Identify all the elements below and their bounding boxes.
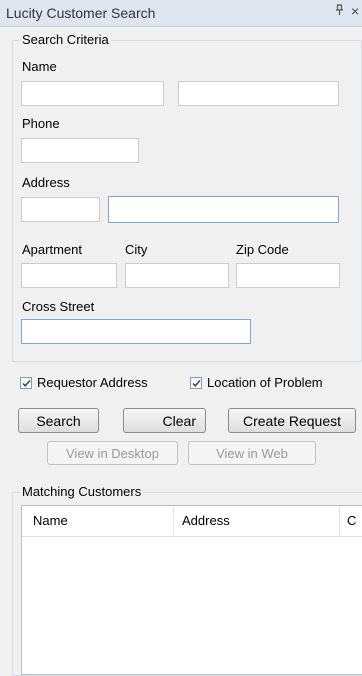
first-name-field[interactable] [21, 81, 164, 106]
last-name-field[interactable] [178, 81, 339, 106]
column-header-address[interactable]: Address [182, 513, 230, 528]
column-header-name[interactable]: Name [33, 513, 68, 528]
apartment-label: Apartment [22, 242, 82, 257]
panel-title: Lucity Customer Search [6, 5, 156, 21]
cross-street-field[interactable] [21, 319, 251, 344]
requestor-address-label: Requestor Address [37, 375, 148, 390]
search-criteria-legend: Search Criteria [20, 32, 111, 47]
checkbox-checked-icon [20, 376, 32, 389]
cross-street-label: Cross Street [22, 299, 95, 314]
column-divider[interactable] [173, 506, 174, 536]
address-street-field[interactable] [108, 196, 339, 223]
view-in-desktop-button[interactable]: View in Desktop [47, 441, 178, 465]
city-label: City [125, 242, 148, 257]
location-of-problem-label: Location of Problem [207, 375, 323, 390]
address-label: Address [22, 175, 70, 190]
phone-label: Phone [22, 116, 60, 131]
view-in-web-button[interactable]: View in Web [188, 441, 316, 465]
name-label: Name [22, 59, 57, 74]
create-request-button[interactable]: Create Request [228, 408, 356, 433]
clear-button[interactable]: Clear [123, 408, 206, 433]
matching-customers-legend: Matching Customers [20, 484, 144, 499]
pin-icon[interactable] [335, 4, 344, 19]
address-number-field[interactable] [21, 197, 100, 222]
close-icon[interactable]: × [351, 3, 359, 19]
column-divider[interactable] [339, 506, 340, 536]
phone-field[interactable] [21, 138, 139, 163]
zip-code-field[interactable] [236, 263, 340, 288]
search-button[interactable]: Search [18, 408, 99, 433]
matching-customers-list[interactable]: Name Address C [21, 505, 362, 675]
city-field[interactable] [125, 263, 229, 288]
location-of-problem-checkbox[interactable]: Location of Problem [190, 375, 323, 390]
zip-code-label: Zip Code [236, 242, 289, 257]
panel-title-bar: Lucity Customer Search × [0, 0, 362, 27]
column-header-c[interactable]: C [347, 513, 356, 528]
requestor-address-checkbox[interactable]: Requestor Address [20, 375, 148, 390]
list-header: Name Address C [22, 506, 362, 537]
apartment-field[interactable] [21, 263, 117, 288]
checkbox-checked-icon [190, 376, 202, 389]
